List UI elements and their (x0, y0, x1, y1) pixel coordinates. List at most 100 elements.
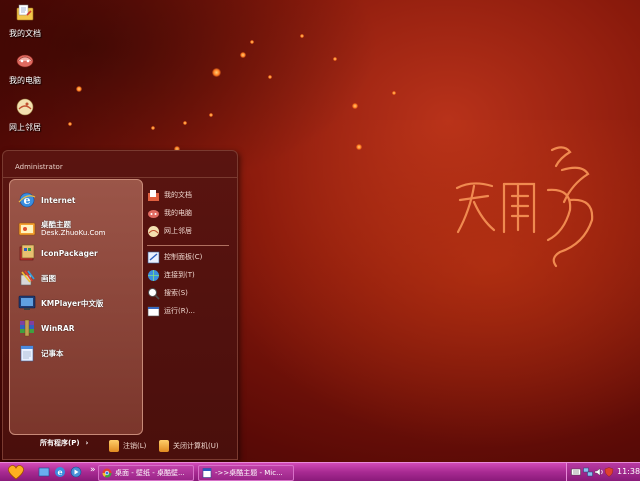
program-title: 画图 (41, 273, 56, 283)
wallpaper-calligraphy-logo (455, 146, 594, 268)
network-icon[interactable] (583, 467, 593, 477)
lantern-light (68, 122, 72, 126)
internet-explorer-icon[interactable]: e (54, 466, 66, 478)
program-zhuoku-theme[interactable]: 桌酷主题 Desk.ZhuoKu.Com (18, 218, 105, 240)
lantern-light (212, 68, 221, 77)
quicklaunch-overflow-icon[interactable]: » (90, 465, 96, 475)
system-label: 搜索(S) (164, 289, 188, 297)
shutdown-button[interactable]: 关闭计算机(U) (159, 440, 219, 452)
program-title: IconPackager (41, 248, 98, 258)
system-connect-to[interactable]: 连接到(T) (147, 267, 195, 283)
system-label: 控制面板(C) (164, 253, 203, 261)
system-run[interactable]: 运行(R)... (147, 303, 195, 319)
place-label: 我的文档 (164, 191, 192, 199)
taskbar: e » 桌面 - 壁纸 - 桌酷壁... ->>桌酷主题 - Mic... 11… (0, 462, 640, 481)
lantern-light (151, 126, 155, 130)
iconpackager-icon (19, 244, 35, 261)
program-iconpackager[interactable]: IconPackager (18, 242, 98, 264)
system-control-panel[interactable]: 控制面板(C) (147, 249, 202, 265)
my-computer-icon (16, 54, 34, 68)
desktop-icon-network-places[interactable]: 网上邻居 (0, 97, 52, 133)
svg-text:e: e (57, 467, 62, 477)
task-button-wallpaper-page[interactable]: 桌面 - 壁纸 - 桌酷壁... (98, 465, 194, 481)
notepad-icon (20, 345, 34, 362)
lantern-light (352, 103, 358, 109)
run-icon (147, 306, 160, 316)
search-icon (148, 287, 160, 300)
system-label: 连接到(T) (164, 271, 195, 279)
place-my-documents[interactable]: 我的文档 (147, 187, 192, 203)
my-documents-icon (16, 4, 34, 21)
program-title: 记事本 (41, 348, 64, 358)
program-internet[interactable]: e Internet (18, 189, 76, 211)
lantern-light (392, 91, 396, 95)
pinned-programs-panel: e Internet 桌酷主题 Desk.ZhuoKu.Com IconPack… (9, 179, 143, 447)
lantern-light (209, 113, 213, 117)
my-documents-icon (148, 189, 159, 201)
program-title: WinRAR (41, 323, 75, 333)
my-computer-icon (148, 209, 159, 218)
zhuoku-theme-icon (18, 222, 36, 236)
program-title: KMPlayer中文版 (41, 298, 104, 308)
place-label: 我的电脑 (164, 209, 192, 217)
start-menu: Administrator e Internet 桌酷主题 Desk.ZhuoK… (2, 150, 238, 460)
desktop-icon-my-documents[interactable]: 我的文档 (0, 3, 52, 39)
system-search[interactable]: 搜索(S) (147, 285, 188, 301)
start-menu-footer: 注销(L) 关闭计算机(U) (3, 435, 237, 459)
place-network-places[interactable]: 网上邻居 (147, 223, 192, 239)
logoff-button[interactable]: 注销(L) (109, 440, 146, 452)
user-name: Administrator (15, 163, 63, 171)
word-document-icon (202, 468, 212, 478)
desktop-icon-label: 我的电脑 (9, 76, 41, 85)
desktop-icon-label: 网上邻居 (9, 123, 41, 132)
program-title: Internet (41, 195, 76, 205)
connect-to-icon (148, 269, 159, 281)
system-tray: 11:38 (566, 463, 640, 481)
program-winrar[interactable]: WinRAR (18, 317, 75, 339)
lantern-light (333, 57, 337, 61)
system-label: 运行(R)... (164, 307, 196, 315)
program-notepad[interactable]: 记事本 (18, 342, 64, 364)
start-button[interactable] (4, 464, 28, 480)
desktop-icon-label: 我的文档 (9, 29, 41, 38)
logoff-icon (109, 440, 119, 452)
chrome-icon (102, 468, 112, 478)
program-kmplayer[interactable]: KMPlayer中文版 (18, 292, 103, 314)
start-menu-header: Administrator (3, 151, 237, 178)
control-panel-icon (147, 251, 160, 263)
task-button-zhuoku-theme-doc[interactable]: ->>桌酷主题 - Mic... (198, 465, 294, 481)
place-my-computer[interactable]: 我的电脑 (147, 205, 192, 221)
heart-start-icon (8, 465, 24, 480)
volume-icon[interactable] (594, 467, 604, 477)
winrar-icon (20, 319, 34, 337)
task-title: ->>桌酷主题 - Mic... (215, 469, 283, 477)
lantern-light (183, 121, 187, 125)
security-icon[interactable] (604, 467, 614, 477)
keyboard-icon[interactable] (571, 467, 581, 477)
lantern-light (356, 144, 362, 150)
task-title: 桌面 - 壁纸 - 桌酷壁... (115, 469, 185, 477)
network-places-icon (148, 225, 159, 237)
lantern-light (250, 40, 254, 44)
menu-divider (147, 245, 229, 246)
kmplayer-icon (18, 295, 36, 310)
media-player-icon[interactable] (70, 466, 82, 478)
show-desktop-icon[interactable] (38, 466, 50, 478)
desktop-icon-my-computer[interactable]: 我的电脑 (0, 50, 52, 86)
program-subtitle: Desk.ZhuoKu.Com (41, 229, 106, 237)
lantern-light (300, 34, 304, 38)
internet-explorer-icon: e (18, 192, 36, 208)
shutdown-icon (159, 440, 169, 452)
shutdown-label: 关闭计算机(U) (173, 442, 219, 450)
places-panel: 我的文档 我的电脑 网上邻居 控制面板(C) 连接到(T) 搜索(S) 运行(R… (145, 179, 233, 433)
paint-icon (20, 270, 35, 286)
logoff-label: 注销(L) (123, 442, 147, 450)
program-paint[interactable]: 画图 (18, 267, 56, 289)
lantern-light (240, 52, 246, 58)
program-title: 桌酷主题 (41, 220, 71, 229)
lantern-light (76, 86, 82, 92)
clock[interactable]: 11:38 (617, 467, 640, 476)
place-label: 网上邻居 (164, 227, 192, 235)
lantern-light (268, 75, 272, 79)
network-places-icon (16, 98, 34, 116)
